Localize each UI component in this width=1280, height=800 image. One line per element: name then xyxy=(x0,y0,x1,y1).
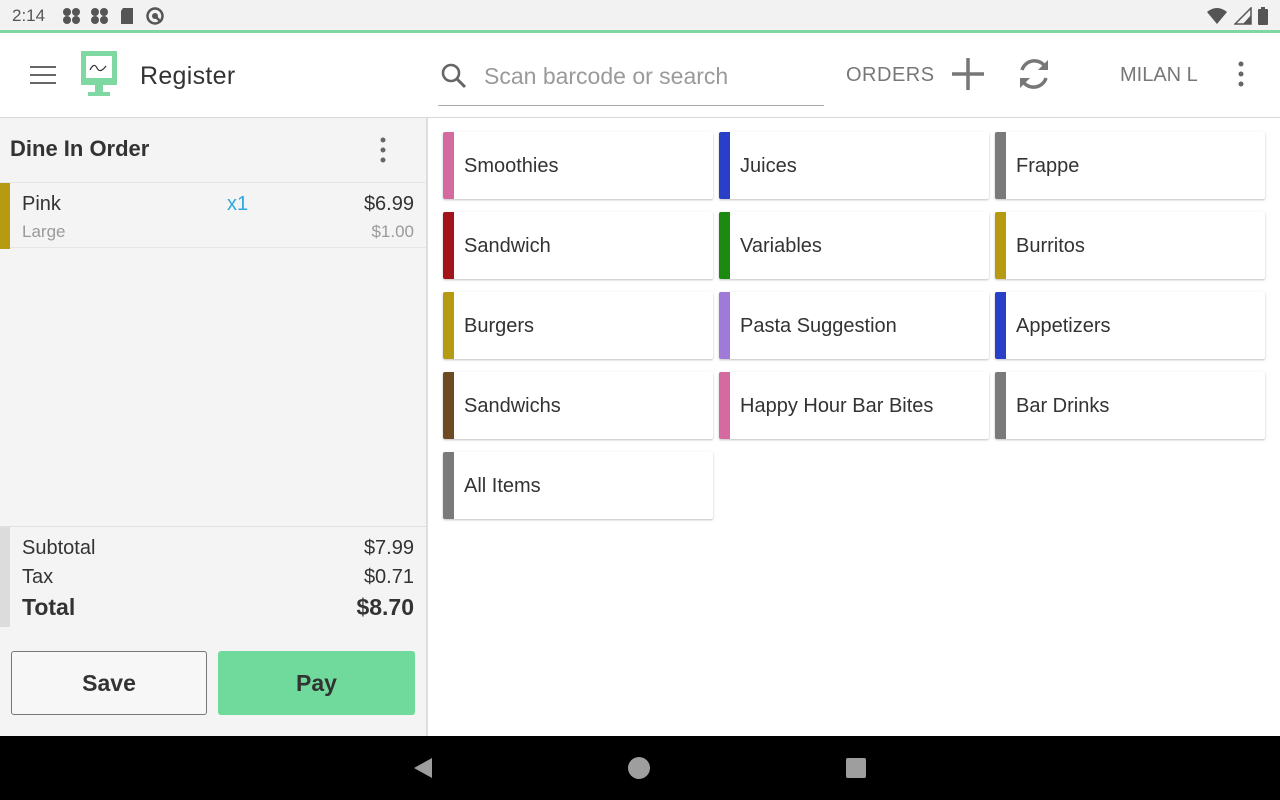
category-color-bar xyxy=(443,372,454,439)
subtotal-row: Subtotal $7.99 xyxy=(22,537,414,560)
search-field xyxy=(438,58,824,106)
category-color-bar xyxy=(443,452,454,519)
user-account-button[interactable]: MILAN L xyxy=(1120,64,1198,87)
total-row: Total $8.70 xyxy=(22,594,414,621)
tax-row: Tax $0.71 xyxy=(22,566,414,589)
register-app-logo xyxy=(80,50,118,98)
category-label: Burritos xyxy=(1016,235,1085,257)
category-tile[interactable]: Smoothies xyxy=(443,132,713,199)
category-color-bar xyxy=(719,292,730,359)
add-icon[interactable] xyxy=(950,56,986,92)
app-bar: Register ORDERS MILAN L xyxy=(0,36,1280,118)
battery-icon xyxy=(1258,7,1268,30)
cell-signal-icon xyxy=(1233,6,1252,30)
category-tile[interactable]: Juices xyxy=(719,132,989,199)
category-label: Sandwichs xyxy=(464,395,561,417)
vpn-key-icon xyxy=(146,7,165,25)
wifi-icon xyxy=(1206,7,1228,30)
category-color-bar xyxy=(443,132,454,199)
status-bar: 2:14 xyxy=(0,0,1280,33)
category-tile[interactable]: Sandwichs xyxy=(443,372,713,439)
navigation-bar xyxy=(0,736,1280,800)
total-value: $8.70 xyxy=(356,594,414,620)
category-color-bar xyxy=(443,212,454,279)
line-item-quantity: x1 xyxy=(227,193,249,215)
status-right-icons xyxy=(1206,6,1268,30)
category-tile[interactable]: All Items xyxy=(443,452,713,519)
category-label: Juices xyxy=(740,155,797,177)
category-label: Frappe xyxy=(1016,155,1080,177)
category-tile[interactable]: Pasta Suggestion xyxy=(719,292,989,359)
line-item-name: Pink xyxy=(22,193,61,215)
order-title: Dine In Order xyxy=(10,136,150,161)
category-color-bar xyxy=(995,372,1006,439)
category-color-bar xyxy=(443,292,454,359)
order-line-item[interactable]: Pink Large x1 $6.99 $1.00 xyxy=(0,182,426,249)
category-tile[interactable]: Variables xyxy=(719,212,989,279)
pinwheel-icon xyxy=(90,7,109,25)
order-panel: Dine In Order Pink Large x1 $6.99 $1.00 … xyxy=(0,118,428,736)
category-tile[interactable]: Happy Hour Bar Bites xyxy=(719,372,989,439)
category-label: Burgers xyxy=(464,315,535,337)
category-tile[interactable]: Sandwich xyxy=(443,212,713,279)
more-vert-icon[interactable] xyxy=(1230,60,1252,88)
category-color-bar xyxy=(995,132,1006,199)
category-color-bar xyxy=(719,132,730,199)
tax-label: Tax xyxy=(22,566,54,588)
order-more-vert-icon[interactable] xyxy=(372,136,394,164)
category-label: Appetizers xyxy=(1016,315,1111,337)
tax-value: $0.71 xyxy=(363,566,414,588)
home-icon[interactable] xyxy=(628,757,650,779)
line-item-modifier: Large xyxy=(22,222,66,241)
recent-apps-icon[interactable] xyxy=(846,758,866,778)
category-label: Pasta Suggestion xyxy=(740,315,897,337)
category-label: Smoothies xyxy=(464,155,559,177)
category-label: Variables xyxy=(740,235,822,257)
page-title: Register xyxy=(140,62,236,90)
category-color-bar xyxy=(719,372,730,439)
back-icon[interactable] xyxy=(412,756,436,780)
line-item-color-bar xyxy=(0,183,10,249)
hamburger-menu-icon[interactable] xyxy=(30,66,56,86)
category-label: Happy Hour Bar Bites xyxy=(740,395,934,417)
category-color-bar xyxy=(719,212,730,279)
category-color-bar xyxy=(995,212,1006,279)
category-tile[interactable]: Appetizers xyxy=(995,292,1265,359)
totals-bar xyxy=(0,527,10,627)
category-label: Sandwich xyxy=(464,235,551,257)
pay-button[interactable]: Pay xyxy=(218,651,415,715)
status-time: 2:14 xyxy=(12,6,46,25)
subtotal-value: $7.99 xyxy=(363,537,414,559)
category-tile[interactable]: Burgers xyxy=(443,292,713,359)
line-item-modifier-price: $1.00 xyxy=(371,222,414,241)
refresh-icon[interactable] xyxy=(1014,54,1054,94)
total-label: Total xyxy=(22,594,76,620)
category-tile[interactable]: Bar Drinks xyxy=(995,372,1265,439)
status-left-icons xyxy=(62,7,165,25)
subtotal-label: Subtotal xyxy=(22,537,96,559)
save-button[interactable]: Save xyxy=(11,651,207,715)
orders-button[interactable]: ORDERS xyxy=(846,64,935,87)
category-color-bar xyxy=(995,292,1006,359)
category-label: Bar Drinks xyxy=(1016,395,1110,417)
order-totals: Subtotal $7.99 Tax $0.71 Total $8.70 xyxy=(0,526,426,628)
search-icon xyxy=(440,62,468,90)
category-label: All Items xyxy=(464,475,541,497)
search-input[interactable] xyxy=(484,58,814,94)
category-tile[interactable]: Frappe xyxy=(995,132,1265,199)
line-item-price: $6.99 xyxy=(363,193,414,215)
pinwheel-icon xyxy=(62,7,81,25)
category-tile[interactable]: Burritos xyxy=(995,212,1265,279)
sd-card-icon xyxy=(118,7,137,25)
